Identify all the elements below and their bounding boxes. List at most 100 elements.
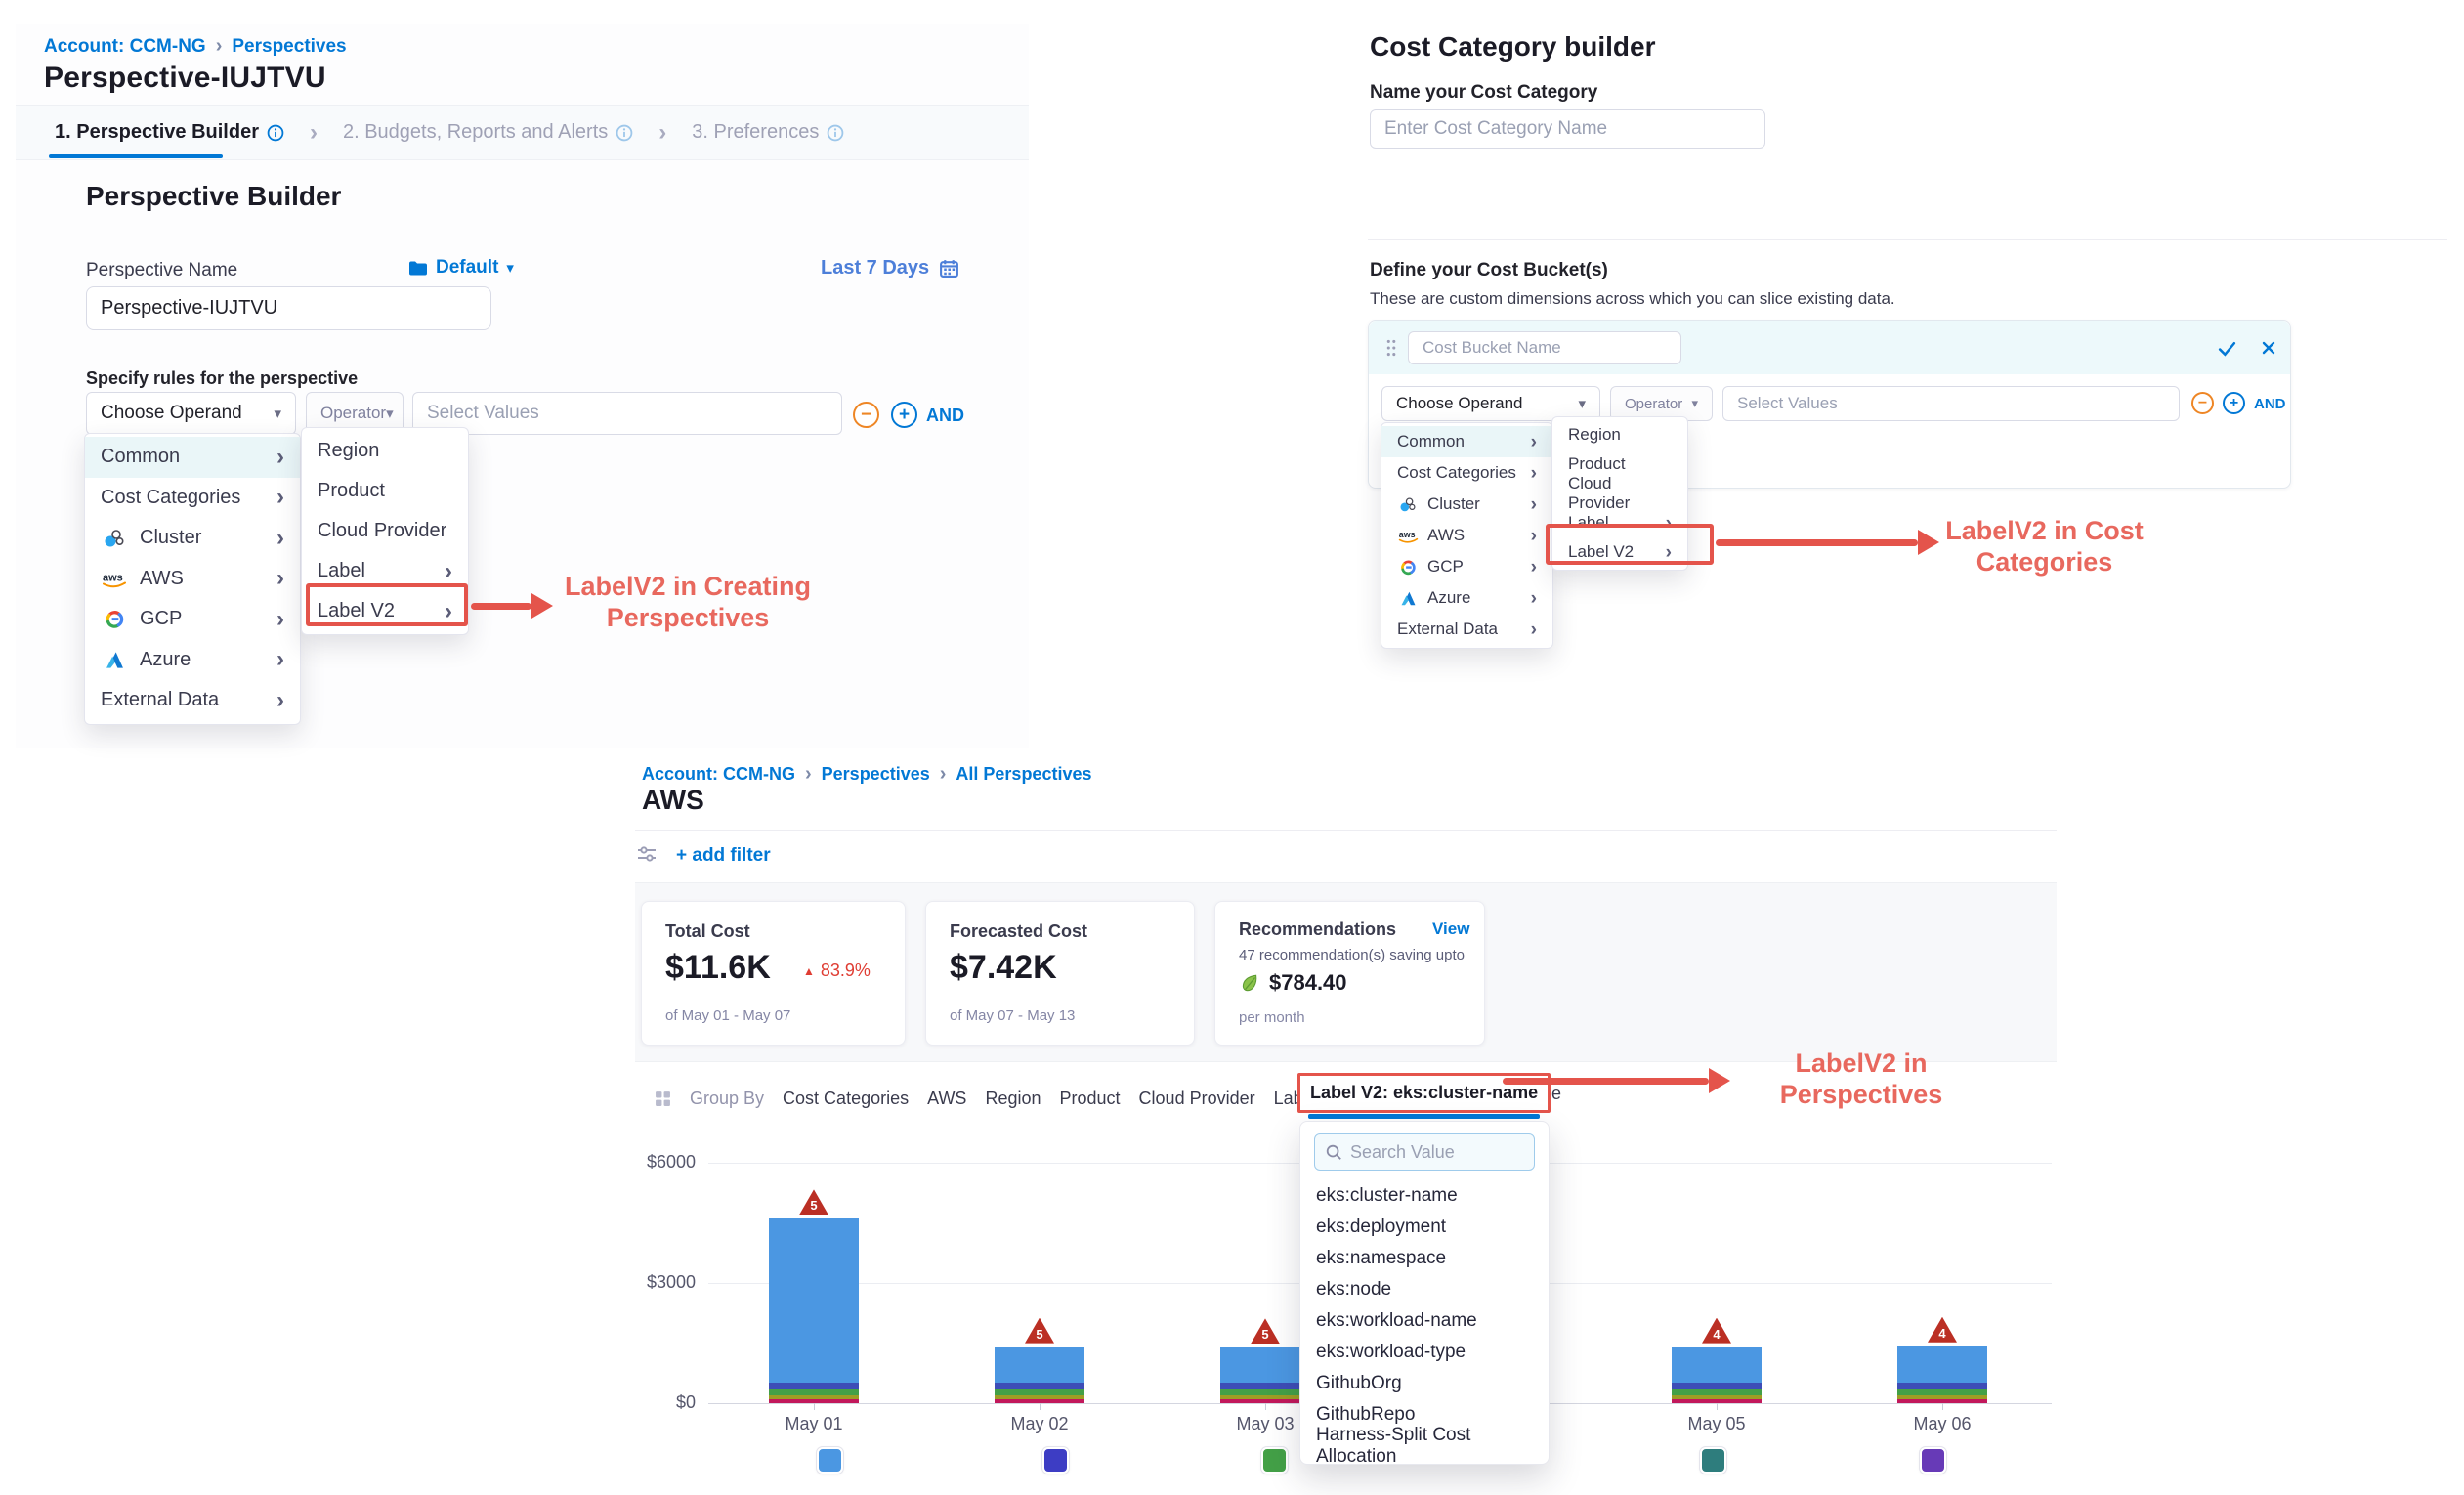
date-range-button[interactable]: Last 7 Days — [821, 257, 959, 279]
and-button[interactable]: AND — [926, 406, 964, 426]
anomaly-badge[interactable]: 4 — [1928, 1317, 1957, 1343]
operand-select[interactable]: Choose Operand ▾ — [86, 392, 296, 435]
bar-segment — [1897, 1399, 1987, 1403]
dropdown-option-eks-workload-name[interactable]: eks:workload-name — [1300, 1305, 1549, 1337]
bar-segment-primary — [1672, 1347, 1762, 1383]
chevron-right-icon: › — [658, 119, 666, 147]
menu-item-aws[interactable]: aws AWS › — [1381, 520, 1552, 551]
screenshot-canvas: Account: CCM-NG › Perspectives Perspecti… — [0, 0, 2464, 1495]
operand-menu: Common › Cost Categories › Cluster › aws… — [84, 433, 301, 725]
menu-item-external-data[interactable]: External Data › — [1381, 614, 1552, 645]
bar-may-06[interactable] — [1897, 1346, 1987, 1403]
legend-swatch — [1261, 1447, 1288, 1474]
dropdown-option-harness-split-cost-allocation[interactable]: Harness-Split Cost Allocation — [1300, 1431, 1549, 1462]
bar-may-01[interactable] — [769, 1218, 859, 1403]
tab-label: 1. Perspective Builder — [55, 121, 259, 144]
menu-item-aws[interactable]: aws AWS › — [85, 559, 300, 600]
confirm-bucket-icon[interactable] — [2217, 338, 2237, 359]
cluster-icon — [1397, 495, 1419, 514]
bar-segment — [1220, 1399, 1310, 1403]
select-values-input[interactable] — [412, 392, 842, 435]
and-button[interactable]: AND — [2254, 396, 2286, 412]
menu-item-label: GCP — [140, 608, 265, 630]
bar-segment — [995, 1383, 1084, 1389]
anomaly-count: 5 — [810, 1199, 817, 1215]
dropdown-option-eks-cluster-name[interactable]: eks:cluster-name — [1300, 1180, 1549, 1212]
cost-bucket-name-input[interactable] — [1408, 331, 1681, 364]
dropdown-option-eks-deployment[interactable]: eks:deployment — [1300, 1212, 1549, 1243]
cost-category-builder-panel: Cost Category builder Name your Cost Cat… — [1368, 29, 2447, 674]
select-values-input[interactable] — [1722, 386, 2180, 421]
anomaly-count: 4 — [1938, 1327, 1945, 1343]
chevron-right-icon: › — [216, 35, 223, 58]
close-bucket-icon[interactable] — [2259, 338, 2278, 358]
add-rule-button[interactable]: + — [891, 402, 917, 428]
dropdown-option-githuborg[interactable]: GithubOrg — [1300, 1368, 1549, 1399]
bar-segment-primary — [1897, 1346, 1987, 1383]
azure-icon — [1397, 589, 1419, 608]
tab-preferences[interactable]: 3. Preferences — [692, 121, 844, 144]
menu-item-azure[interactable]: Azure › — [1381, 582, 1552, 614]
calendar-icon — [939, 258, 959, 278]
anomaly-badge[interactable]: 5 — [1025, 1318, 1054, 1344]
menu-item-external-data[interactable]: External Data › — [85, 680, 300, 721]
dropdown-option-eks-namespace[interactable]: eks:namespace — [1300, 1243, 1549, 1274]
bar-may-05[interactable] — [1672, 1347, 1762, 1403]
menu-item-common[interactable]: Common › — [85, 437, 300, 478]
submenu-item-region[interactable]: Region — [1552, 420, 1687, 449]
dropdown-option-eks-node[interactable]: eks:node — [1300, 1274, 1549, 1305]
operand-menu: Common › Cost Categories › Cluster › aws… — [1381, 422, 1553, 649]
drag-handle-icon[interactable] — [1381, 338, 1400, 358]
search-value-box[interactable]: Search Value — [1314, 1133, 1535, 1171]
x-tick-label: May 01 — [755, 1414, 872, 1434]
menu-item-cost-categories[interactable]: Cost Categories › — [1381, 457, 1552, 489]
tab-perspective-builder[interactable]: 1. Perspective Builder — [55, 121, 284, 144]
cost-category-name-input[interactable] — [1370, 109, 1765, 149]
x-tick-mark — [1040, 1403, 1041, 1410]
remove-rule-button[interactable]: − — [2191, 392, 2214, 414]
anomaly-count: 5 — [1261, 1328, 1268, 1344]
menu-item-azure[interactable]: Azure › — [85, 640, 300, 681]
anomaly-badge[interactable]: 5 — [799, 1189, 828, 1215]
folder-selector-button[interactable]: Default ▾ — [408, 257, 514, 278]
chevron-right-icon: › — [276, 689, 284, 712]
bar-may-02[interactable] — [995, 1347, 1084, 1403]
menu-item-cluster[interactable]: Cluster › — [85, 518, 300, 559]
active-tab-underline — [49, 154, 223, 158]
menu-item-cluster[interactable]: Cluster › — [1381, 489, 1552, 520]
remove-rule-button[interactable]: − — [853, 402, 879, 428]
anomaly-badge[interactable]: 4 — [1702, 1318, 1731, 1344]
x-tick-mark — [1717, 1403, 1718, 1410]
perspective-name-input[interactable] — [86, 286, 491, 330]
perspective-name-label: Perspective Name — [86, 260, 237, 281]
page-title: Perspective-IUJTVU — [44, 62, 326, 95]
breadcrumb-account-link[interactable]: Account: CCM-NG — [44, 36, 206, 58]
menu-item-label: Azure — [140, 649, 265, 671]
chevron-right-icon: › — [310, 119, 318, 147]
operator-select-value: Operator — [320, 404, 386, 423]
tab-budgets-reports-alerts[interactable]: 2. Budgets, Reports and Alerts — [343, 121, 633, 144]
submenu-item-cloud-provider[interactable]: Cloud Provider — [302, 511, 468, 551]
menu-item-common[interactable]: Common › — [1381, 426, 1552, 457]
anomaly-badge[interactable]: 5 — [1251, 1318, 1280, 1344]
submenu-item-region[interactable]: Region — [302, 431, 468, 471]
menu-item-label: Common — [1397, 432, 1522, 451]
annotation-text-perspectives: LabelV2 in Perspectives — [1749, 1048, 1974, 1111]
anomaly-count: 5 — [1036, 1328, 1042, 1344]
add-rule-button[interactable]: + — [2223, 392, 2245, 414]
menu-item-gcp[interactable]: GCP › — [1381, 551, 1552, 582]
breadcrumb-perspectives-link[interactable]: Perspectives — [232, 36, 346, 58]
submenu-item-product[interactable]: Product — [302, 471, 468, 511]
menu-item-cost-categories[interactable]: Cost Categories › — [85, 478, 300, 519]
operand-select-value: Choose Operand — [101, 403, 274, 424]
menu-item-gcp[interactable]: GCP › — [85, 599, 300, 640]
bar-segment — [1897, 1389, 1987, 1394]
submenu-item-cloud-provider[interactable]: Cloud Provider — [1552, 479, 1687, 508]
section-divider — [1368, 239, 2447, 240]
aws-icon: aws — [1397, 527, 1419, 545]
annotation-highlight-box-label-v2 — [1546, 524, 1714, 565]
dropdown-option-eks-workload-type[interactable]: eks:workload-type — [1300, 1337, 1549, 1368]
date-range-label: Last 7 Days — [821, 257, 929, 279]
info-icon — [267, 124, 284, 142]
bar-may-03[interactable] — [1220, 1347, 1310, 1403]
